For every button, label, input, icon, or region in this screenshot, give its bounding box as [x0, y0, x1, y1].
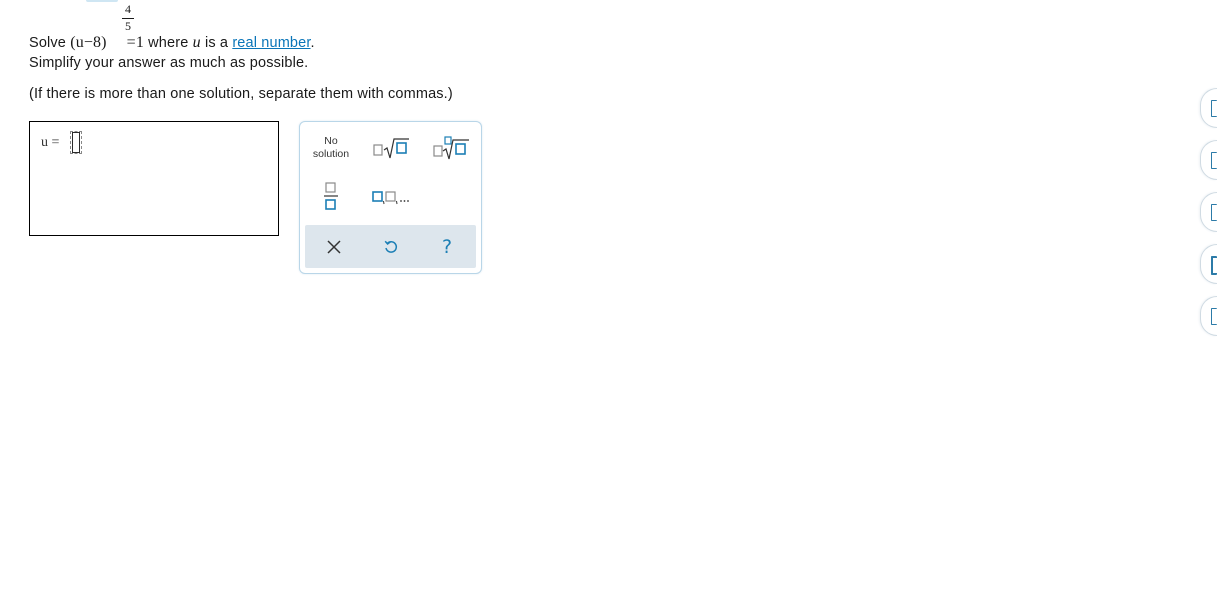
nth-root-icon [433, 136, 469, 160]
list-button[interactable] [366, 182, 416, 212]
top-tab-indicator [86, 0, 118, 2]
side-tool-button-2[interactable] [1200, 140, 1217, 180]
variable-u: u [192, 34, 201, 51]
solve-label: Solve [29, 35, 67, 51]
no-solution-label-1: No [324, 135, 338, 147]
question-line-3: (If there is more than one solution, sep… [29, 86, 453, 102]
no-solution-label-2: solution [312, 148, 350, 160]
base-expression: (u−8) [70, 34, 107, 51]
answer-input-box[interactable]: u = [29, 121, 279, 236]
side-tool-button-1[interactable] [1200, 88, 1217, 128]
exponent-fraction: 4 5 [122, 3, 134, 33]
where-label: where [148, 35, 189, 51]
answer-cursor-slot[interactable] [70, 131, 82, 154]
real-number-link[interactable]: real number [232, 35, 310, 51]
fraction-button[interactable] [316, 178, 346, 214]
palette-action-tray: ? [305, 225, 476, 268]
list-icon [372, 191, 409, 205]
side-tool-button-4[interactable] [1200, 244, 1217, 284]
exponent-denominator: 5 [125, 19, 131, 33]
undo-icon [384, 240, 398, 253]
question-line-1: Solve (u−8) =1 where u is a real number. [29, 34, 315, 52]
no-solution-button[interactable]: No solution [306, 130, 356, 166]
square-root-icon [373, 138, 409, 159]
help-button[interactable]: ? [429, 231, 465, 263]
math-palette: No solution ? [299, 121, 482, 274]
side-tool-button-5[interactable] [1200, 296, 1217, 336]
square-root-button[interactable] [368, 132, 414, 166]
answer-variable-label: u = [41, 135, 60, 150]
rhs-expression: =1 [126, 34, 144, 51]
nth-root-button[interactable] [428, 132, 474, 166]
clear-button[interactable] [316, 231, 352, 263]
is-a-label: is a [204, 35, 229, 51]
undo-button[interactable] [373, 231, 409, 263]
close-icon [327, 240, 341, 254]
side-tool-button-3[interactable] [1200, 192, 1217, 232]
period: . [310, 35, 315, 51]
fraction-icon [324, 182, 338, 210]
exponent-numerator: 4 [125, 2, 131, 16]
help-icon: ? [441, 236, 453, 258]
question-line-2: Simplify your answer as much as possible… [29, 55, 309, 71]
